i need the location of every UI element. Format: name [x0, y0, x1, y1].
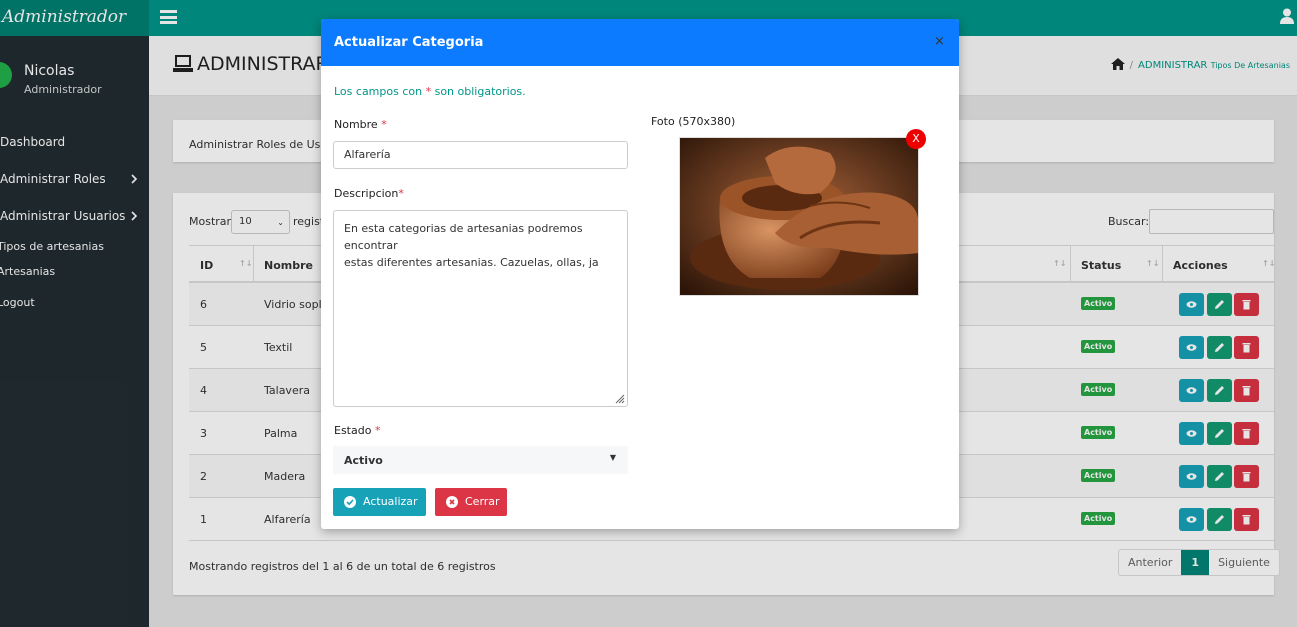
update-button-label: Actualizar — [363, 495, 418, 508]
estado-label: Estado * — [334, 424, 381, 437]
modal-header: Actualizar Categoria × — [321, 19, 959, 66]
descripcion-label: Descripcion* — [334, 187, 404, 200]
pottery-image — [680, 138, 918, 295]
update-category-modal: Actualizar Categoria × Los campos con * … — [321, 19, 959, 529]
caret-down-icon: ▼ — [609, 453, 616, 462]
category-photo — [679, 137, 919, 296]
close-button-label: Cerrar — [465, 495, 500, 508]
required-star: * — [425, 85, 432, 98]
estado-select[interactable]: Activo ▼ — [333, 446, 628, 474]
estado-value: Activo — [344, 454, 383, 467]
required-note-text: son obligatorios. — [434, 85, 526, 98]
modal-title: Actualizar Categoria — [334, 35, 484, 50]
times-circle-icon — [446, 496, 458, 508]
nombre-label: Nombre * — [334, 118, 387, 131]
update-button[interactable]: Actualizar — [333, 488, 426, 516]
nombre-input[interactable]: Alfarería — [333, 141, 628, 169]
close-button[interactable]: Cerrar — [435, 488, 507, 516]
remove-photo-button[interactable]: X — [906, 129, 926, 149]
check-circle-icon — [344, 496, 356, 508]
descripcion-text: En esta categorias de artesanias podremo… — [344, 222, 599, 269]
required-note: Los campos con * son obligatorios. — [334, 85, 526, 98]
descripcion-textarea[interactable]: En esta categorias de artesanias podremo… — [333, 210, 628, 407]
resize-handle-icon[interactable] — [613, 392, 625, 404]
foto-label: Foto (570x380) — [651, 115, 736, 128]
required-note-text: Los campos con — [334, 85, 423, 98]
close-icon[interactable]: × — [934, 34, 945, 49]
